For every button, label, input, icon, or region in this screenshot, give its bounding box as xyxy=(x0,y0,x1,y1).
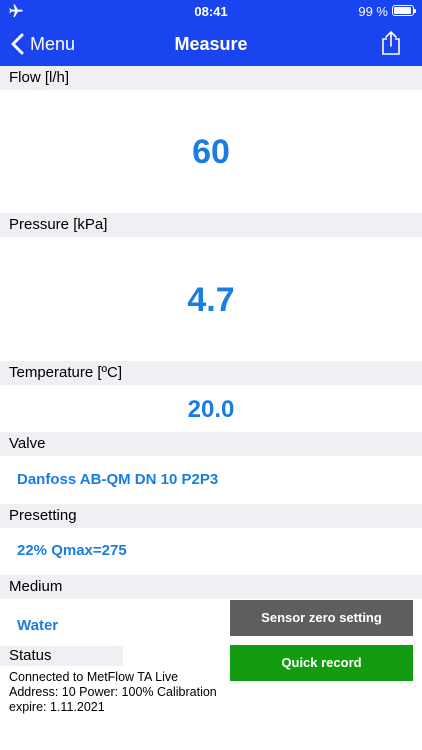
status-line-connection: Connected to MetFlow TA Live xyxy=(9,670,179,684)
medium-label: Medium xyxy=(0,575,422,599)
pressure-label: Pressure [kPa] xyxy=(0,213,422,237)
presetting-value[interactable]: 22% Qmax=275 xyxy=(17,542,127,559)
status-line-address: Address: 10 Power: 100% Calibration xyxy=(9,685,217,699)
medium-value[interactable]: Water xyxy=(17,617,58,634)
status-text: Connected to MetFlow TA Live Address: 10… xyxy=(9,670,224,715)
flow-label: Flow [l/h] xyxy=(0,66,422,90)
presetting-label: Presetting xyxy=(0,504,422,528)
pressure-value: 4.7 xyxy=(187,281,235,319)
status-label: Status xyxy=(0,646,123,666)
page-title: Measure xyxy=(174,34,248,54)
battery-percentage: 99 % xyxy=(358,4,388,19)
status-line-calibration: expire: 1.11.2021 xyxy=(9,700,105,714)
status-bar: 08:41 99 % xyxy=(0,0,422,22)
valve-value[interactable]: Danfoss AB-QM DN 10 P2P3 xyxy=(17,471,218,488)
share-icon[interactable] xyxy=(380,30,402,56)
sensor-zero-setting-button[interactable]: Sensor zero setting xyxy=(230,600,413,636)
valve-label: Valve xyxy=(0,432,422,456)
battery-icon xyxy=(392,5,416,16)
navigation-bar: Menu Measure xyxy=(0,22,422,66)
temperature-label: Temperature [ºC] xyxy=(0,361,422,385)
quick-record-button[interactable]: Quick record xyxy=(230,645,413,681)
flow-value: 60 xyxy=(192,133,230,171)
temperature-value: 20.0 xyxy=(187,396,235,423)
